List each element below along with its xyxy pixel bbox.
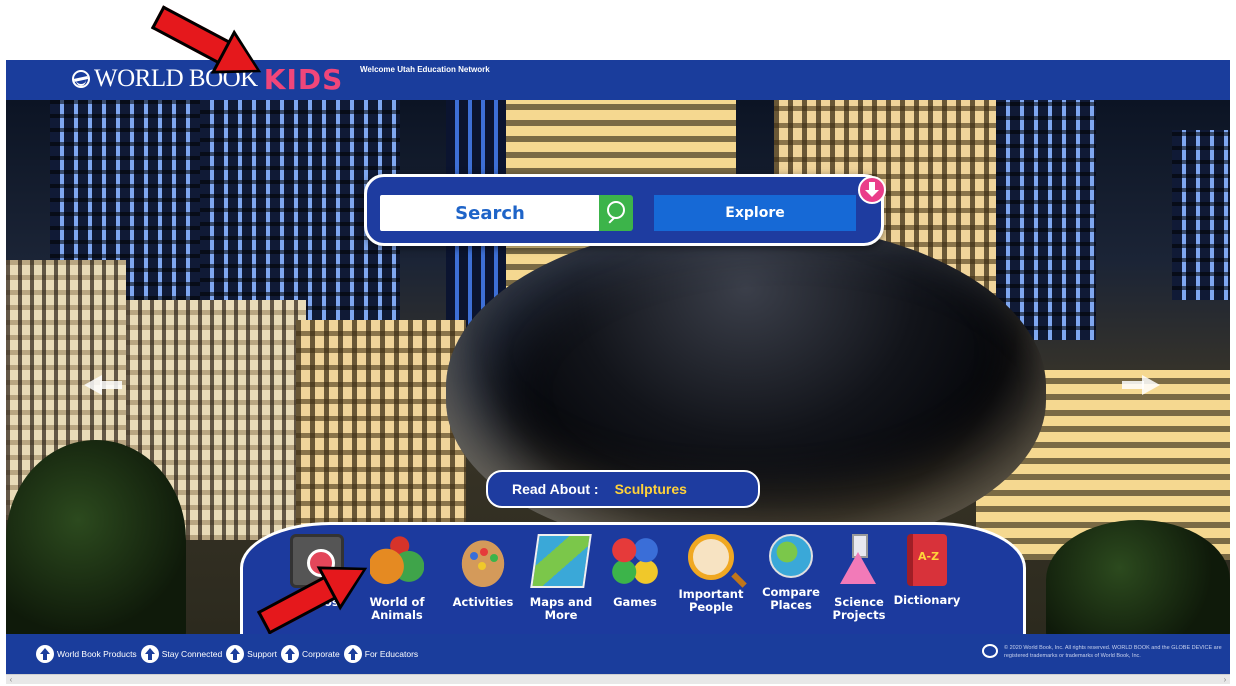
tool-label: Compare Places: [762, 585, 820, 612]
globe-logo-icon: [72, 70, 90, 88]
footer-link-label: For Educators: [364, 649, 419, 659]
scroll-right-icon[interactable]: ›: [1220, 676, 1230, 684]
footer-link-world-book-products[interactable]: World Book Products: [36, 645, 137, 663]
arrow-up-circle-icon: [343, 645, 362, 663]
copyright-text: © 2020 World Book, Inc. All rights reser…: [1004, 645, 1222, 659]
globe-logo-icon: [982, 644, 998, 658]
arrow-up-circle-icon: [36, 645, 54, 663]
footer-link-corporate[interactable]: Corporate: [280, 645, 340, 663]
arrow-up-circle-icon: [140, 645, 159, 663]
read-about-label: Read About :: [512, 481, 599, 497]
map-icon: [530, 534, 592, 588]
footer-link-for-educators[interactable]: For Educators: [343, 645, 419, 663]
skyscraper: [996, 100, 1096, 340]
tool-label: Games: [613, 595, 657, 609]
welcome-message: Welcome Utah Education Network: [360, 65, 490, 74]
search-icon-handle: [608, 216, 616, 224]
footer-link-support[interactable]: Support: [226, 645, 277, 663]
skyscraper: [1172, 130, 1230, 300]
footer-link-label: Support: [247, 649, 277, 659]
flask-icon: [832, 534, 886, 588]
tool-maps-and-more[interactable]: Maps and More: [522, 528, 600, 628]
horizontal-scrollbar[interactable]: ‹ ›: [6, 674, 1230, 684]
search-icon: [607, 201, 625, 219]
puzzle-icon: [608, 534, 662, 588]
search-placeholder: Search: [455, 202, 525, 224]
previous-slide-arrow-icon[interactable]: [84, 370, 124, 400]
download-arrow-icon[interactable]: [858, 176, 886, 204]
footer-link-label: Stay Connected: [161, 649, 223, 659]
tool-label: World of Animals: [369, 595, 425, 622]
arrow-up-circle-icon: [226, 645, 245, 663]
search-input[interactable]: Search: [380, 195, 600, 231]
footer-link-label: Corporate: [301, 649, 340, 659]
read-about-banner[interactable]: Read About : Sculptures: [486, 470, 760, 508]
book-az-icon: [907, 534, 947, 586]
tool-label: Science Projects: [832, 595, 886, 622]
footer-link-label: World Book Products: [57, 649, 137, 659]
tool-label: Dictionary: [893, 593, 961, 607]
search-button[interactable]: [599, 195, 633, 231]
arrow-up-circle-icon: [280, 645, 299, 663]
animals-icon: [370, 534, 424, 588]
tool-label: Important People: [678, 587, 744, 614]
tool-dictionary[interactable]: Dictionary: [888, 528, 966, 628]
tool-label: Activities: [452, 595, 514, 609]
lit-building: [296, 320, 466, 540]
next-slide-arrow-icon[interactable]: [1120, 370, 1160, 400]
trees: [6, 440, 186, 634]
logo-kids-text: KIDS: [263, 62, 344, 96]
tool-important-people[interactable]: Important People: [672, 528, 750, 628]
globe-icon: [769, 534, 813, 578]
paint-palette-icon: [456, 534, 510, 588]
tool-compare-places[interactable]: Compare Places: [752, 528, 830, 628]
footer-links: World Book Products Stay Connected Suppo…: [36, 645, 422, 663]
tool-science-projects[interactable]: Science Projects: [820, 528, 898, 628]
read-about-topic[interactable]: Sculptures: [615, 481, 687, 497]
tool-activities[interactable]: Activities: [444, 528, 522, 628]
tool-label: Maps and More: [529, 595, 593, 622]
copyright-notice: © 2020 World Book, Inc. All rights reser…: [982, 644, 1230, 660]
trees: [1046, 520, 1230, 634]
explore-button[interactable]: Explore: [654, 195, 856, 231]
footer-link-stay-connected[interactable]: Stay Connected: [140, 645, 223, 663]
scroll-left-icon[interactable]: ‹: [6, 676, 16, 684]
tool-games[interactable]: Games: [596, 528, 674, 628]
magnifier-person-icon: [688, 534, 734, 580]
